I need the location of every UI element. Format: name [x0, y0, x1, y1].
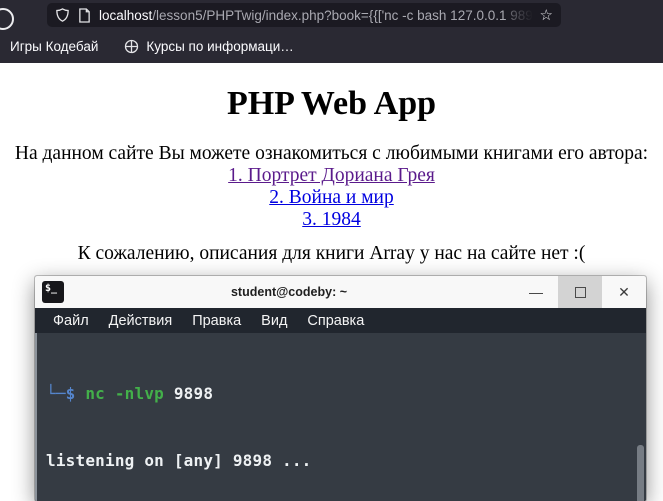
terminal-titlebar[interactable]: $_ student@codeby: ~ — ✕ [35, 276, 646, 308]
menu-edit[interactable]: Правка [182, 313, 251, 329]
terminal-window: $_ student@codeby: ~ — ✕ Файл Действия П… [35, 276, 646, 501]
terminal-output[interactable]: └─$ nc -nlvp 9898 listening on [any] 989… [35, 333, 646, 501]
extension-icon[interactable] [0, 8, 14, 30]
browser-chrome: localhost/lesson5/PHPTwig/index.php?book… [0, 0, 663, 63]
window-title: student@codeby: ~ [230, 285, 348, 299]
book-link-2[interactable]: 2. Война и мир [0, 187, 663, 209]
menu-view[interactable]: Вид [251, 313, 297, 329]
maximize-button[interactable] [558, 276, 602, 308]
window-controls: — ✕ [514, 276, 646, 308]
bookmark-item-courses[interactable]: Курсы по информаци… [124, 39, 294, 54]
terminal-app-icon: $_ [42, 281, 64, 303]
book-link-3[interactable]: 3. 1984 [0, 209, 663, 231]
book-link-1[interactable]: 1. Портрет Дориана Грея [0, 165, 663, 187]
globe-icon [125, 39, 139, 54]
page-info-icon[interactable] [78, 7, 91, 23]
menu-file[interactable]: Файл [43, 313, 99, 329]
menu-actions[interactable]: Действия [99, 313, 183, 329]
url-text[interactable]: localhost/lesson5/PHPTwig/index.php?book… [99, 8, 532, 23]
bookmark-label: Курсы по информаци… [146, 39, 294, 54]
intro-text: На данном сайте Вы можете ознакомиться с… [14, 143, 649, 164]
minimize-button[interactable]: — [514, 276, 558, 308]
shell-prompt: └─$ [46, 383, 86, 403]
menu-help[interactable]: Справка [297, 313, 374, 329]
url-tail: 989 [510, 7, 532, 23]
bookmark-label: Игры Кодебай [10, 39, 99, 54]
close-button[interactable]: ✕ [602, 276, 646, 308]
navigation-bar: localhost/lesson5/PHPTwig/index.php?book… [0, 0, 663, 30]
page-title: PHP Web App [226, 85, 437, 122]
maximize-icon [574, 286, 586, 298]
address-bar[interactable]: localhost/lesson5/PHPTwig/index.php?book… [47, 3, 561, 27]
command-text: nc -nlvp [85, 383, 165, 403]
bookmark-star-icon[interactable]: ☆ [540, 8, 553, 23]
url-host: localhost [99, 7, 153, 23]
shield-icon[interactable] [55, 7, 70, 23]
missing-description-text: К сожалению, описания для книги Array у … [77, 243, 586, 264]
bookmark-item-games[interactable]: Игры Кодебай [10, 39, 98, 54]
terminal-menubar: Файл Действия Правка Вид Справка [35, 308, 646, 333]
command-args: 9898 [164, 383, 214, 403]
scrollbar-thumb[interactable] [637, 445, 644, 501]
terminal-line: listening on [any] 9898 ... [46, 451, 312, 471]
bookmarks-bar: Игры Кодебай Курсы по информаци… [0, 30, 663, 63]
url-path: /lesson5/PHPTwig/index.php?book={{['nc -… [152, 7, 511, 23]
terminal-line: └─$ nc -nlvp 9898 [46, 383, 636, 405]
